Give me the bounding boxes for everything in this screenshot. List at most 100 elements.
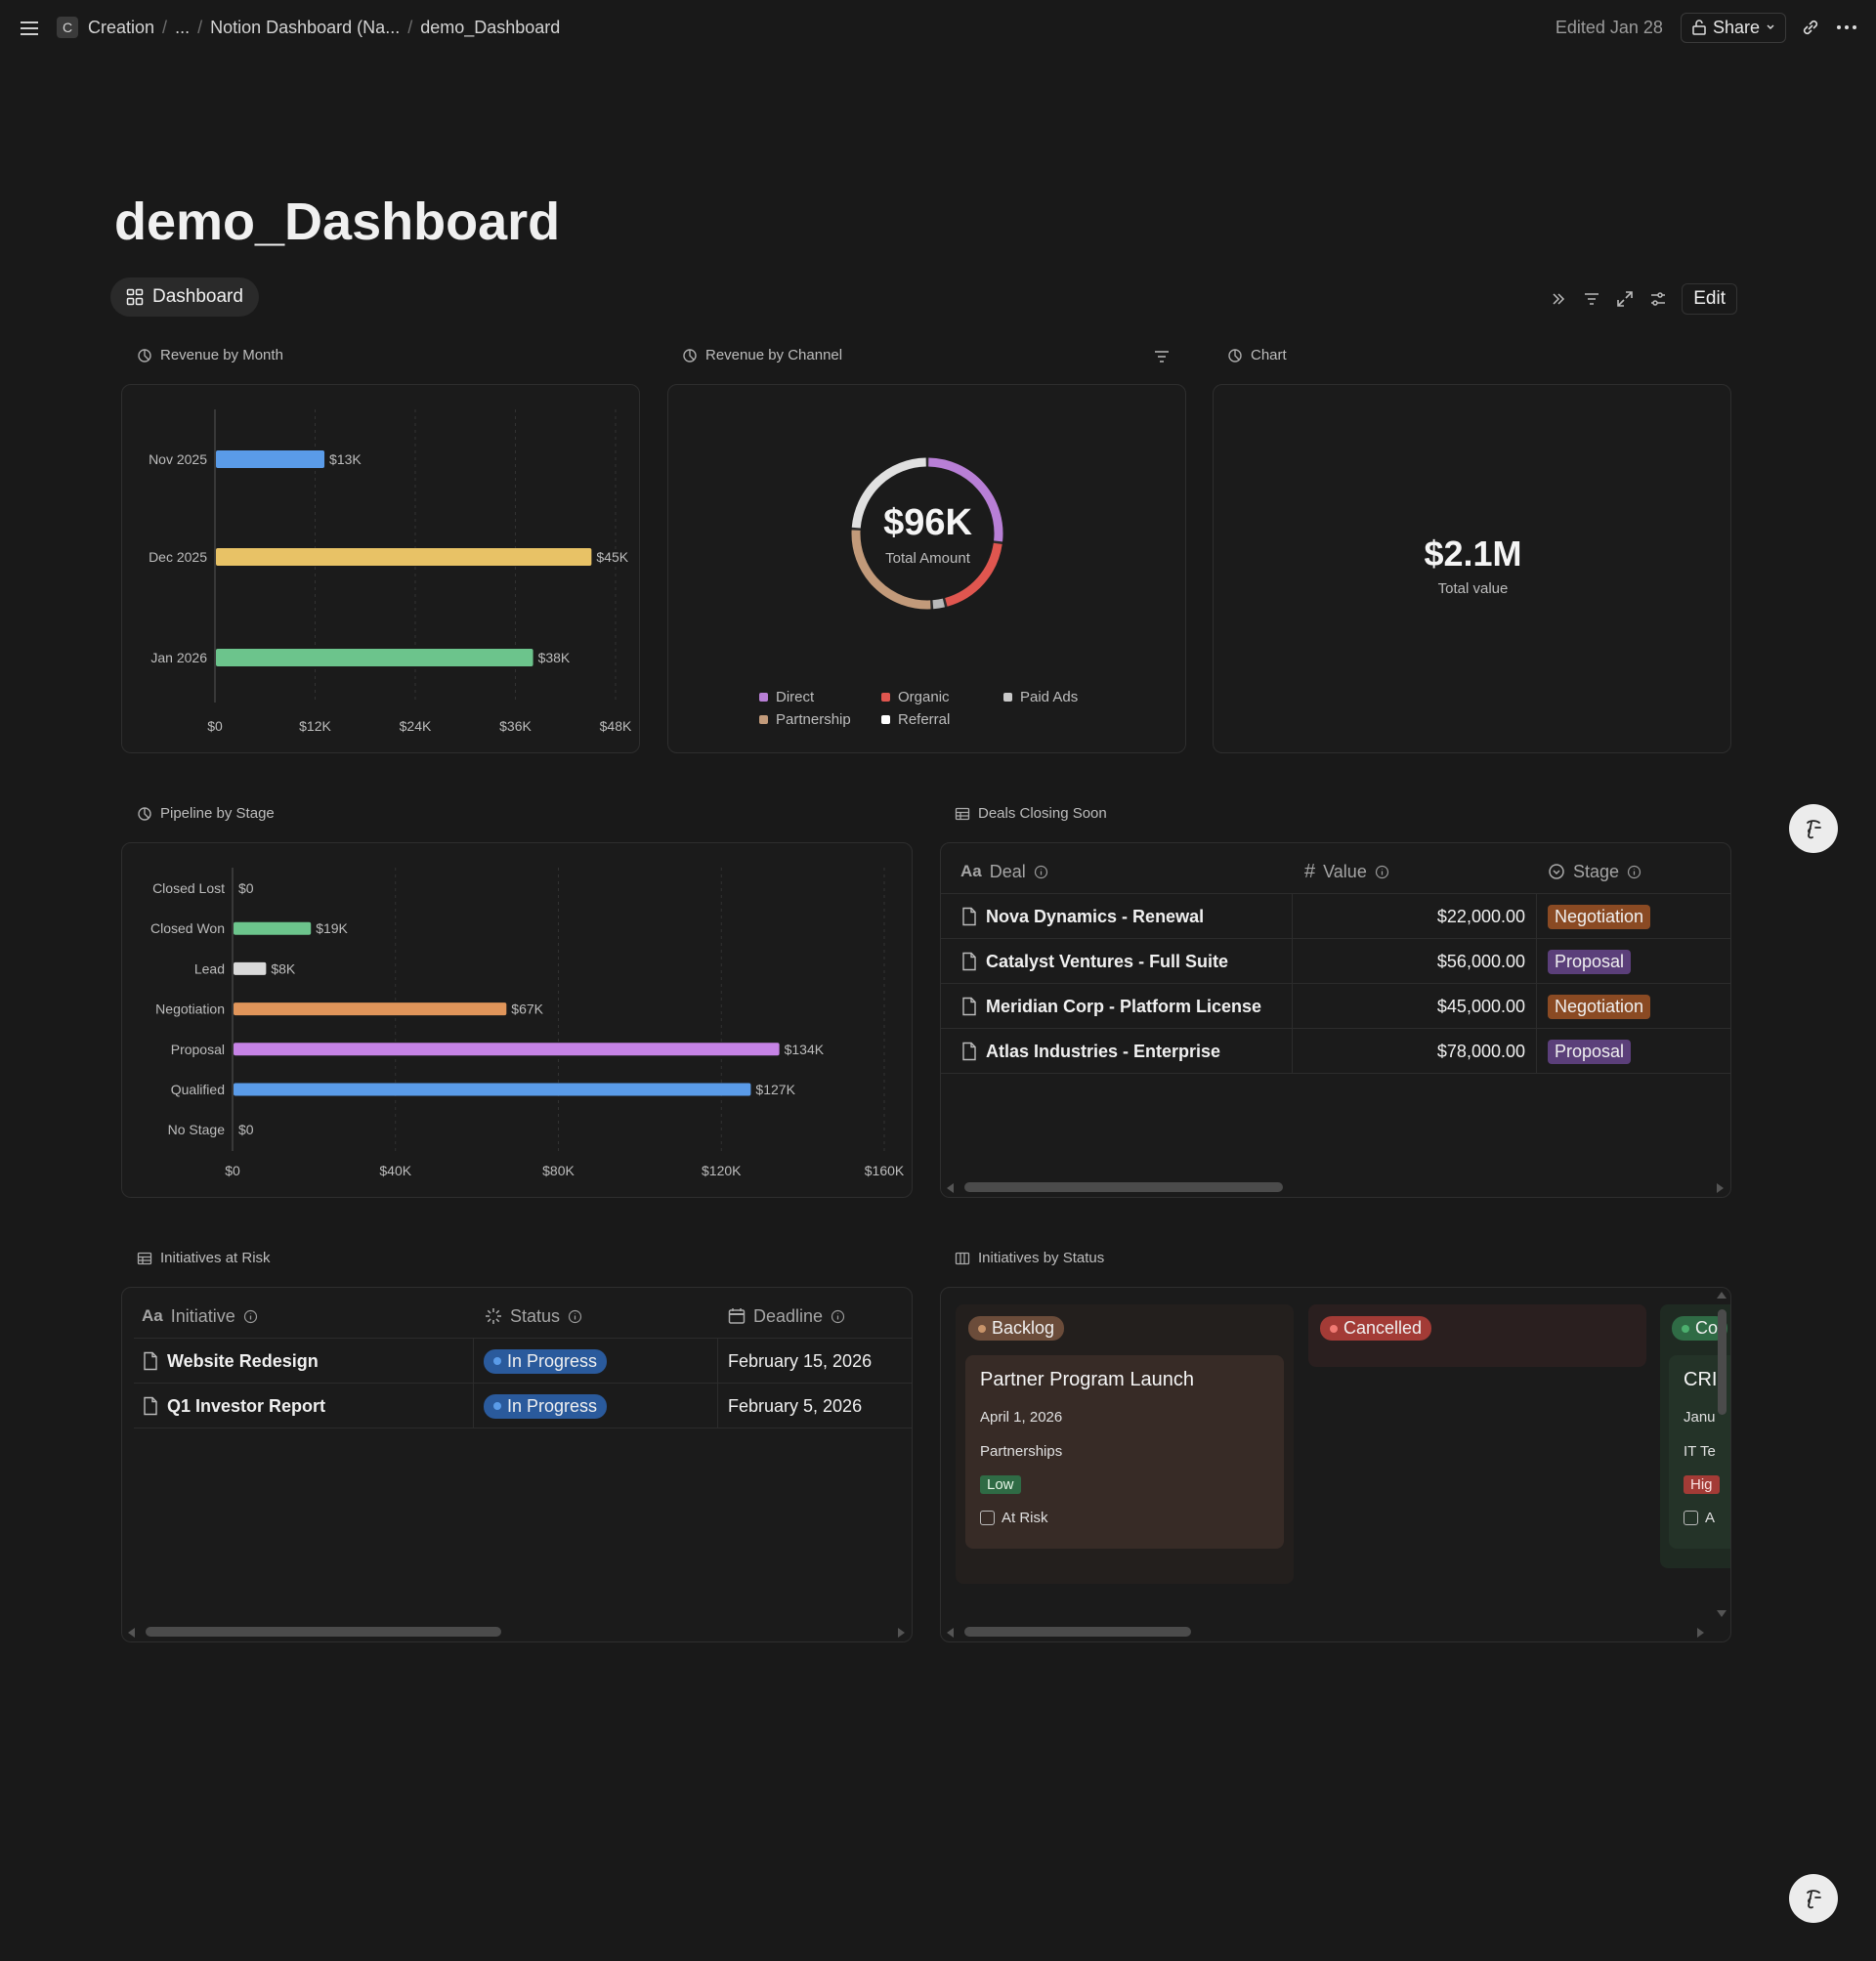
legend-swatch bbox=[1003, 693, 1012, 702]
column-header-initiative[interactable]: Aa Initiative bbox=[142, 1294, 258, 1339]
breadcrumb-item-notion-dashboard[interactable]: Notion Dashboard (Na... bbox=[210, 18, 400, 38]
widget-label-deals-closing-soon[interactable]: Deals Closing Soon bbox=[955, 805, 1107, 822]
y-category-label: Proposal bbox=[171, 1042, 225, 1057]
widget-label-revenue-by-month[interactable]: Revenue by Month bbox=[137, 347, 283, 363]
widget-label-initiatives-by-status[interactable]: Initiatives by Status bbox=[955, 1250, 1104, 1266]
double-chevron-right-icon[interactable] bbox=[1549, 289, 1568, 309]
widget-label-revenue-by-channel[interactable]: Revenue by Channel bbox=[682, 347, 842, 363]
horizontal-scrollbar[interactable] bbox=[964, 1182, 1283, 1192]
x-tick-label: $160K bbox=[865, 1163, 905, 1178]
column-header-deal[interactable]: Aa Deal bbox=[960, 849, 1048, 894]
deal-cell[interactable]: Meridian Corp - Platform License bbox=[960, 984, 1261, 1029]
widget-label-pipeline-by-stage[interactable]: Pipeline by Stage bbox=[137, 805, 275, 822]
bar[interactable] bbox=[234, 1002, 507, 1016]
workspace-icon: C bbox=[57, 17, 78, 38]
bar[interactable] bbox=[234, 1043, 780, 1056]
breadcrumb-item-ellipsis[interactable]: ... bbox=[175, 18, 190, 38]
table-row[interactable]: Website Redesign In Progress February 15, … bbox=[134, 1339, 912, 1384]
table-row[interactable]: Atlas Industries - Enterprise $78,000.00 P… bbox=[941, 1029, 1730, 1074]
page-title[interactable]: demo_Dashboard bbox=[114, 192, 560, 252]
edit-button[interactable]: Edit bbox=[1682, 283, 1737, 315]
expand-icon[interactable] bbox=[1615, 289, 1635, 309]
scroll-up-icon[interactable] bbox=[1717, 1292, 1727, 1299]
breadcrumb-item-creation[interactable]: Creation bbox=[88, 18, 154, 38]
board-card[interactable]: Partner Program Launch April 1, 2026 Par… bbox=[965, 1355, 1284, 1549]
stage-cell[interactable]: Negotiation bbox=[1548, 984, 1651, 1029]
value-cell[interactable]: $56,000.00 bbox=[1293, 939, 1525, 984]
link-icon[interactable] bbox=[1800, 17, 1821, 38]
column-header-value[interactable]: # Value bbox=[1304, 849, 1389, 894]
table-row[interactable]: Meridian Corp - Platform License $45,000.… bbox=[941, 984, 1730, 1029]
info-icon bbox=[1034, 865, 1047, 878]
table-row[interactable]: Catalyst Ventures - Full Suite $56,000.00… bbox=[941, 939, 1730, 984]
status-cell[interactable]: In Progress bbox=[484, 1384, 608, 1428]
scroll-right-icon[interactable] bbox=[1697, 1628, 1704, 1638]
deal-cell[interactable]: Atlas Industries - Enterprise bbox=[960, 1029, 1220, 1074]
value-cell[interactable]: $78,000.00 bbox=[1293, 1029, 1525, 1074]
legend-swatch bbox=[759, 715, 768, 724]
checkbox[interactable] bbox=[980, 1511, 995, 1525]
scroll-left-icon[interactable] bbox=[128, 1628, 135, 1638]
value-cell[interactable]: $45,000.00 bbox=[1293, 984, 1525, 1029]
scroll-left-icon[interactable] bbox=[947, 1183, 954, 1193]
column-header-deadline[interactable]: Deadline bbox=[728, 1294, 845, 1339]
bar[interactable] bbox=[234, 961, 267, 975]
scroll-left-icon[interactable] bbox=[947, 1628, 954, 1638]
vertical-scrollbar[interactable] bbox=[1718, 1309, 1727, 1415]
stage-cell[interactable]: Proposal bbox=[1548, 1029, 1632, 1074]
checkbox[interactable] bbox=[1684, 1511, 1698, 1525]
initiative-cell[interactable]: Website Redesign bbox=[142, 1339, 319, 1384]
scroll-right-icon[interactable] bbox=[898, 1628, 905, 1638]
bar[interactable] bbox=[234, 1083, 751, 1096]
group-label-backlog[interactable]: Backlog bbox=[968, 1316, 1065, 1341]
ai-assistant-button[interactable] bbox=[1789, 804, 1838, 853]
grid-icon bbox=[126, 288, 144, 306]
deadline-cell[interactable]: February 15, 2026 bbox=[728, 1339, 872, 1384]
widget-label-chart[interactable]: Chart bbox=[1227, 347, 1287, 363]
value-cell[interactable]: $22,000.00 bbox=[1293, 894, 1525, 939]
widget-label-initiatives-at-risk[interactable]: Initiatives at Risk bbox=[137, 1250, 271, 1266]
filter-icon[interactable] bbox=[1153, 348, 1171, 365]
deal-value: $78,000.00 bbox=[1436, 1041, 1525, 1061]
horizontal-scrollbar[interactable] bbox=[146, 1627, 501, 1637]
breadcrumb-item-current[interactable]: demo_Dashboard bbox=[420, 18, 560, 38]
widget-title: Revenue by Channel bbox=[705, 347, 843, 363]
bar[interactable] bbox=[234, 921, 312, 935]
initiative-cell[interactable]: Q1 Investor Report bbox=[142, 1384, 325, 1428]
stage-cell[interactable]: Proposal bbox=[1548, 939, 1632, 984]
chart-icon bbox=[138, 348, 151, 362]
ai-assistant-button-bottom[interactable] bbox=[1789, 1874, 1838, 1923]
bar[interactable] bbox=[216, 548, 592, 566]
stage-tag: Negotiation bbox=[1548, 904, 1651, 929]
bar[interactable] bbox=[216, 649, 533, 666]
group-label-cancelled[interactable]: Cancelled bbox=[1320, 1316, 1432, 1341]
settings-sliders-icon[interactable] bbox=[1648, 289, 1668, 309]
board-column-backlog: Backlog Partner Program Launch April 1, … bbox=[956, 1304, 1294, 1584]
view-toolbar: Edit bbox=[1549, 283, 1737, 315]
status-cell[interactable]: In Progress bbox=[484, 1339, 608, 1384]
column-header-stage[interactable]: Stage bbox=[1548, 849, 1642, 894]
horizontal-scrollbar[interactable] bbox=[964, 1627, 1191, 1637]
deal-value: $45,000.00 bbox=[1436, 996, 1525, 1016]
column-label: Deadline bbox=[753, 1305, 824, 1326]
tab-dashboard[interactable]: Dashboard bbox=[110, 277, 259, 317]
stage-cell[interactable]: Negotiation bbox=[1548, 894, 1651, 939]
filter-icon[interactable] bbox=[1582, 289, 1601, 309]
table-row[interactable]: Q1 Investor Report In Progress February 5,… bbox=[134, 1384, 912, 1428]
deal-cell[interactable]: Catalyst Ventures - Full Suite bbox=[960, 939, 1228, 984]
donut-slice-paid-ads[interactable] bbox=[932, 598, 945, 610]
sidebar-toggle-icon[interactable] bbox=[20, 18, 39, 38]
status-icon bbox=[1549, 864, 1564, 879]
breadcrumb-separator: / bbox=[407, 17, 413, 37]
more-icon[interactable] bbox=[1835, 17, 1858, 38]
column-divider bbox=[473, 1339, 474, 1428]
table-row[interactable]: Nova Dynamics - Renewal $22,000.00 Negotia… bbox=[941, 894, 1730, 939]
bar[interactable] bbox=[216, 450, 325, 468]
deadline-cell[interactable]: February 5, 2026 bbox=[728, 1384, 862, 1428]
share-button[interactable]: Share bbox=[1680, 12, 1786, 43]
initiatives-at-risk-card: Aa Initiative Status Deadline Website Re… bbox=[121, 1287, 913, 1642]
scroll-down-icon[interactable] bbox=[1717, 1610, 1727, 1617]
deal-cell[interactable]: Nova Dynamics - Renewal bbox=[960, 894, 1204, 939]
scroll-right-icon[interactable] bbox=[1717, 1183, 1724, 1193]
column-header-status[interactable]: Status bbox=[485, 1294, 582, 1339]
